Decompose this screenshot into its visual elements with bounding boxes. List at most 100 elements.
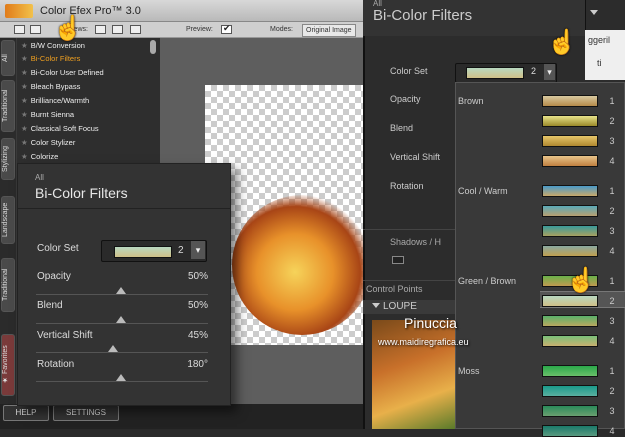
- view-mode-1-icon[interactable]: [95, 25, 106, 34]
- color-set-value: 2: [178, 245, 184, 256]
- tab-stylizing[interactable]: Stylizing: [1, 138, 15, 180]
- filter-item[interactable]: ★ Classical Soft Focus: [21, 122, 99, 135]
- opacity-slider-track[interactable]: [36, 294, 208, 295]
- filter-item[interactable]: ★ Color Stylizer: [21, 136, 75, 149]
- dropdown-option-number[interactable]: 3: [607, 136, 617, 146]
- right-color-set-swatch: [466, 67, 524, 79]
- dropdown-option-number[interactable]: 2: [607, 296, 617, 306]
- loupe-label: LOUPE: [383, 301, 417, 312]
- right-panel-menu-button[interactable]: [585, 0, 625, 30]
- dropdown-option-number[interactable]: 4: [607, 246, 617, 256]
- blend-slider-track[interactable]: [36, 323, 208, 324]
- dropdown-option-swatch[interactable]: [542, 425, 598, 437]
- view-mode-2-icon[interactable]: [112, 25, 123, 34]
- right-rotation-label: Rotation: [390, 181, 424, 191]
- vertical-shift-slider-track[interactable]: [36, 352, 208, 353]
- dropdown-option-swatch[interactable]: [542, 115, 598, 127]
- filter-item-selected[interactable]: ★ Bi-Color Filters: [21, 52, 80, 65]
- dropdown-option-number[interactable]: 3: [607, 316, 617, 326]
- dropdown-option-swatch[interactable]: [542, 335, 598, 347]
- dropdown-option-swatch[interactable]: [542, 385, 598, 397]
- dropdown-option-number[interactable]: 4: [607, 426, 617, 436]
- tab-favorites[interactable]: ★ Favorites: [1, 334, 15, 396]
- dropdown-option-swatch[interactable]: [542, 185, 598, 197]
- dropdown-option-number[interactable]: 2: [607, 386, 617, 396]
- rotation-slider-track[interactable]: [36, 381, 208, 382]
- filter-item[interactable]: ★ Bleach Bypass: [21, 80, 80, 93]
- color-set-select[interactable]: 2 ▾: [101, 240, 207, 262]
- divider: [18, 208, 230, 209]
- vertical-shift-slider-knob[interactable]: [108, 345, 118, 352]
- preview-checkbox[interactable]: ✔: [221, 23, 232, 34]
- star-icon[interactable]: ★: [21, 124, 28, 133]
- star-icon[interactable]: ★: [21, 82, 28, 91]
- rotation-slider-knob[interactable]: [116, 374, 126, 381]
- chevron-down-icon: [372, 303, 380, 308]
- shadows-highlights-section[interactable]: Shadows / H: [390, 237, 441, 247]
- blend-slider-knob[interactable]: [116, 316, 126, 323]
- filter-item[interactable]: ★ Colorize: [21, 150, 58, 163]
- filter-item[interactable]: ★ Brilliance/Warmth: [21, 94, 89, 107]
- tab-traditional-2[interactable]: Traditional: [1, 258, 15, 312]
- vertical-shift-value: 45%: [187, 330, 208, 341]
- dropdown-option-number[interactable]: 4: [607, 336, 617, 346]
- star-icon[interactable]: ★: [21, 41, 28, 50]
- panel-category: All: [35, 173, 44, 182]
- help-button[interactable]: HELP: [3, 405, 49, 421]
- dropdown-option-number[interactable]: 1: [607, 186, 617, 196]
- dropdown-option-swatch[interactable]: [542, 295, 598, 307]
- mode-select[interactable]: Original Image: [302, 24, 356, 37]
- dropdown-option-number[interactable]: 3: [607, 406, 617, 416]
- side-window-fragment: ggeril ti: [585, 0, 625, 80]
- right-vertical-shift-label: Vertical Shift: [390, 152, 441, 162]
- color-set-swatch: [114, 246, 172, 258]
- loupe-header[interactable]: LOUPE: [363, 300, 455, 314]
- star-icon[interactable]: ★: [21, 54, 28, 63]
- dropdown-option-number[interactable]: 2: [607, 116, 617, 126]
- dropdown-option-number[interactable]: 4: [607, 156, 617, 166]
- shadows-toggle[interactable]: [392, 256, 404, 264]
- star-icon[interactable]: ★: [21, 68, 28, 77]
- settings-button[interactable]: SETTINGS: [53, 405, 119, 421]
- view-mode-3-icon[interactable]: [130, 25, 141, 34]
- dropdown-option-number[interactable]: 1: [607, 366, 617, 376]
- preview-label: Preview:: [186, 26, 213, 33]
- filter-item[interactable]: ★ Burnt Sienna: [21, 108, 74, 121]
- dropdown-option-swatch[interactable]: [542, 205, 598, 217]
- dropdown-option-swatch[interactable]: [542, 95, 598, 107]
- opacity-slider-knob[interactable]: [116, 287, 126, 294]
- dropdown-option-swatch[interactable]: [542, 365, 598, 377]
- tab-landscape[interactable]: Landscape: [1, 196, 15, 244]
- star-icon[interactable]: ★: [21, 96, 28, 105]
- dropdown-group-label: Cool / Warm: [458, 186, 508, 196]
- split-view-icon[interactable]: [30, 25, 41, 34]
- dropdown-arrow-icon[interactable]: ▾: [544, 64, 555, 80]
- watermark-url: www.maidiregrafica.eu: [378, 337, 469, 347]
- filter-item[interactable]: ★ Bi-Color User Defined: [21, 66, 104, 79]
- right-color-set-value: 2: [531, 66, 537, 76]
- single-view-icon[interactable]: [14, 25, 25, 34]
- dropdown-option-number[interactable]: 3: [607, 226, 617, 236]
- star-icon[interactable]: ★: [21, 138, 28, 147]
- dropdown-group-label: Brown: [458, 96, 484, 106]
- tab-all[interactable]: All: [1, 40, 15, 76]
- dropdown-option-swatch[interactable]: [542, 225, 598, 237]
- dropdown-option-swatch[interactable]: [542, 315, 598, 327]
- dropdown-option-swatch[interactable]: [542, 155, 598, 167]
- right-color-set-select[interactable]: 2 ▾: [455, 63, 557, 83]
- tab-traditional[interactable]: Traditional: [1, 80, 15, 132]
- dropdown-option-swatch[interactable]: [542, 245, 598, 257]
- filter-list-scrollbar[interactable]: [150, 40, 156, 54]
- dropdown-option-number[interactable]: 1: [607, 96, 617, 106]
- opacity-label: Opacity: [37, 271, 71, 282]
- star-icon[interactable]: ★: [21, 152, 28, 161]
- dropdown-arrow-icon[interactable]: ▾: [191, 241, 205, 259]
- dropdown-option-swatch[interactable]: [542, 135, 598, 147]
- star-icon[interactable]: ★: [21, 110, 28, 119]
- dropdown-option-number[interactable]: 1: [607, 276, 617, 286]
- chevron-down-icon: [590, 10, 598, 15]
- dropdown-option-swatch[interactable]: [542, 405, 598, 417]
- control-points-section[interactable]: Control Points: [366, 284, 423, 294]
- dropdown-option-number[interactable]: 2: [607, 206, 617, 216]
- app-logo: [5, 4, 33, 18]
